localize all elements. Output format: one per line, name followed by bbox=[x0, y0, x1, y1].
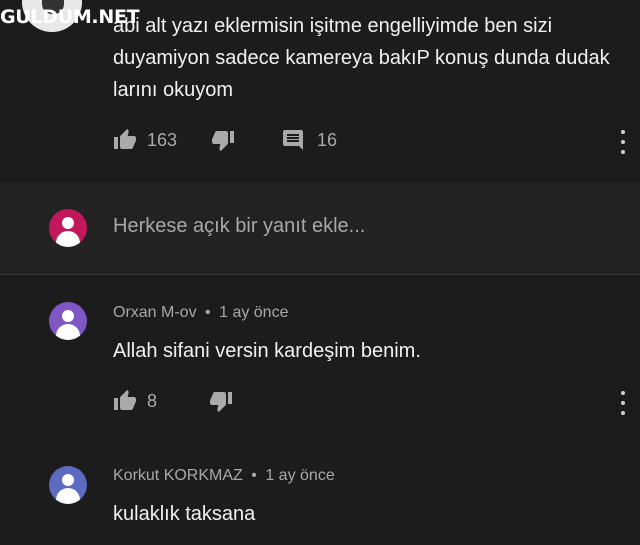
reply-input[interactable]: Herkese açık bir yanıt ekle... bbox=[113, 215, 365, 238]
comment-icon[interactable] bbox=[281, 128, 305, 152]
reply-text: Allah sifani versin kardeşim benim. bbox=[113, 340, 421, 362]
separator: • bbox=[205, 304, 211, 321]
reply-actions: 8 bbox=[113, 389, 233, 413]
like-count: 163 bbox=[147, 129, 178, 150]
reply-author-line: Orxan M-ov • 1 ay önce bbox=[113, 304, 288, 322]
thumbs-down-icon[interactable] bbox=[211, 128, 235, 152]
more-vert-icon[interactable] bbox=[620, 391, 626, 415]
author-name[interactable]: Korkut KORKMAZ bbox=[113, 467, 243, 484]
watermark: GULDUM.NET bbox=[0, 6, 140, 28]
like-count: 8 bbox=[147, 390, 158, 411]
more-vert-icon[interactable] bbox=[620, 130, 626, 154]
current-user-avatar bbox=[49, 209, 87, 247]
separator: • bbox=[251, 467, 257, 484]
timestamp[interactable]: 1 ay önce bbox=[219, 304, 288, 321]
avatar[interactable] bbox=[49, 466, 87, 504]
thumbs-up-icon[interactable] bbox=[113, 128, 137, 152]
thumbs-up-icon[interactable] bbox=[113, 389, 137, 413]
author-name[interactable]: Orxan M-ov bbox=[113, 304, 197, 321]
reply-author-line: Korkut KORKMAZ • 1 ay önce bbox=[113, 467, 335, 485]
timestamp[interactable]: 1 ay önce bbox=[265, 467, 334, 484]
top-comment-text: abi alt yazı eklermisin işitme engelliyi… bbox=[113, 15, 610, 101]
reply-count: 16 bbox=[317, 129, 338, 150]
thumbs-down-icon[interactable] bbox=[209, 389, 233, 413]
avatar[interactable] bbox=[49, 302, 87, 340]
top-comment-actions: 163 16 bbox=[113, 128, 337, 152]
reply-text: kulaklık taksana bbox=[113, 503, 256, 525]
